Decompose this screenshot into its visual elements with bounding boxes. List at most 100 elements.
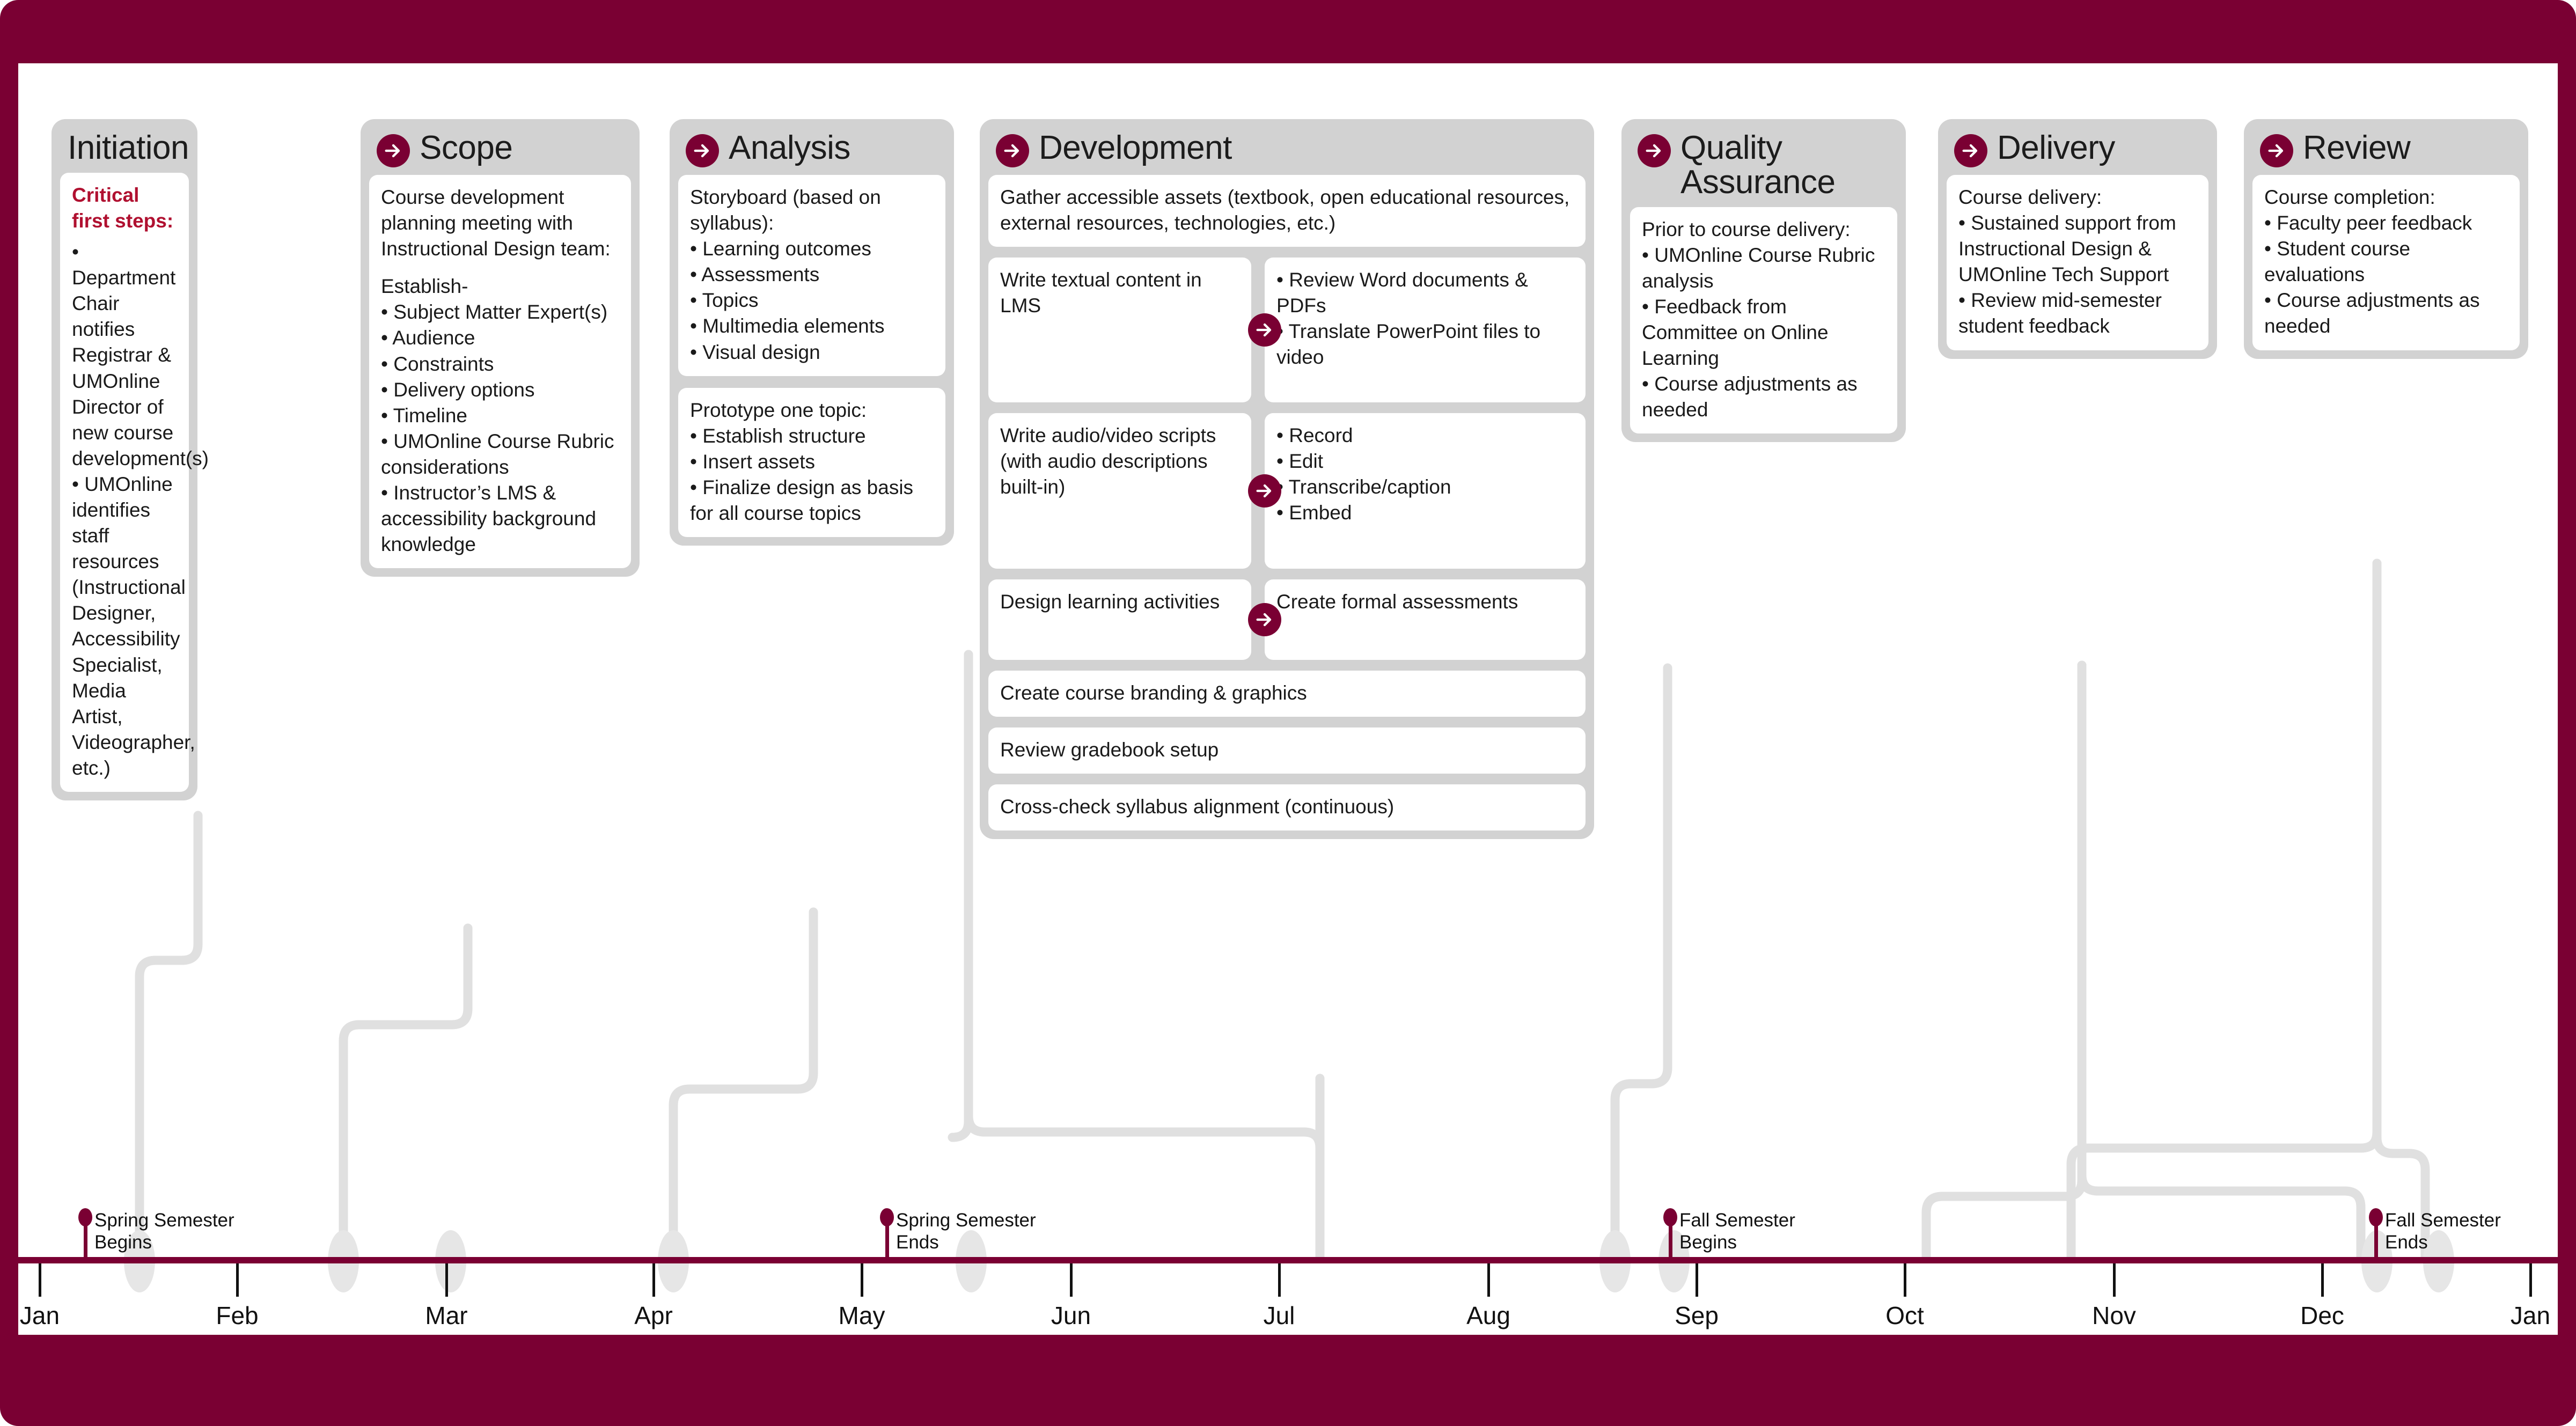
panel-text: • Finalize design as basis for all cours… — [690, 476, 914, 525]
panel-text: Design learning activities — [1000, 591, 1220, 613]
phase-card-initiation[interactable]: Initiation Critical first steps: • Depar… — [52, 119, 209, 801]
month-label: Jul — [1263, 1302, 1295, 1329]
panel-text: • Record • Edit • Transcribe/caption • E… — [1276, 424, 1451, 524]
arrow-right-icon — [2260, 134, 2293, 167]
panel-text: • Course adjustments as needed — [1642, 373, 1858, 421]
phase-title: Scope — [420, 129, 513, 166]
phase-card-development[interactable]: Development Gather accessible assets (te… — [980, 119, 1594, 840]
arrow-right-icon — [1638, 134, 1671, 167]
panel-text: • Visual design — [690, 341, 820, 363]
connector-delivery — [1921, 660, 2087, 1263]
panel-text: • Delivery options — [381, 378, 535, 401]
month-tick — [1487, 1263, 1490, 1297]
month-tick — [1070, 1263, 1073, 1297]
phase-card-delivery[interactable]: Delivery Course delivery: • Sustained su… — [1938, 119, 2217, 359]
arrow-right-icon — [1954, 134, 1987, 167]
arrow-right-icon — [1248, 313, 1281, 347]
month-tick — [2321, 1263, 2324, 1297]
marker-line1: Fall Semester — [2385, 1210, 2501, 1231]
panel-text: • Establish structure — [690, 424, 866, 447]
dev-task-left: Write audio/video scripts (with audio de… — [988, 413, 1251, 569]
panel-text: • Instructor’s LMS & accessibility backg… — [381, 482, 597, 556]
dev-task-right: • Review Word documents & PDFs • Transla… — [1265, 258, 1586, 403]
marker-line1: Spring Semester — [94, 1210, 234, 1231]
panel-text: • Audience — [381, 327, 475, 349]
month-tick — [861, 1263, 863, 1297]
panel-text: Storyboard (based on syllabus): — [690, 186, 881, 234]
phase-title: Review — [2303, 129, 2411, 166]
marker-line1: Spring Semester — [896, 1210, 1036, 1231]
dev-row-branding: Create course branding & graphics — [988, 671, 1586, 717]
panel-text: • Course adjustments as needed — [2264, 289, 2480, 337]
month-tick — [1696, 1263, 1698, 1297]
panel-text: Cross-check syllabus alignment (continuo… — [1000, 796, 1395, 818]
phase-title: Quality Assurance — [1680, 129, 1836, 201]
arrow-right-icon — [686, 134, 719, 167]
phase-header: Review — [2252, 128, 2520, 175]
panel-text: • Subject Matter Expert(s) — [381, 301, 608, 324]
panel-text: • Sustained support from Instructional D… — [1958, 212, 2176, 286]
phase-header: Delivery — [1947, 128, 2208, 175]
month-tick — [652, 1263, 655, 1297]
panel-text: Write audio/video scripts (with audio de… — [1000, 424, 1216, 498]
month-label: Oct — [1885, 1302, 1924, 1329]
phase-panel-prototype: Prototype one topic: • Establish structu… — [678, 387, 945, 538]
marker-line2: Ends — [2385, 1231, 2428, 1253]
month-label: Jan — [2510, 1302, 2551, 1329]
arrow-right-icon — [1248, 603, 1281, 637]
panel-text: • Feedback from Committee on Online Lear… — [1642, 296, 1829, 370]
panel-text: Course development planning meeting with… — [381, 186, 611, 260]
panel-text: Gather accessible assets (textbook, open… — [1000, 186, 1570, 234]
panel-text: • Review mid-semester student feedback — [1958, 289, 2162, 337]
phase-card-quality-assurance[interactable]: Quality Assurance Prior to course delive… — [1621, 119, 1906, 443]
phase-title: Analysis — [729, 129, 850, 166]
marker-line1: Fall Semester — [1679, 1210, 1795, 1231]
month-tick — [39, 1263, 41, 1297]
panel-text: • Assessments — [690, 263, 820, 286]
panel-text: • Learning outcomes — [690, 238, 871, 260]
dev-task-left: Design learning activities — [988, 579, 1251, 660]
dev-task-right: Create formal assessments — [1265, 579, 1586, 660]
month-label: Nov — [2092, 1302, 2136, 1329]
month-label: Apr — [634, 1302, 673, 1329]
phase-panel-storyboard: Storyboard (based on syllabus): • Learni… — [678, 175, 945, 376]
month-tick — [2529, 1263, 2532, 1297]
panel-text: • UMOnline identifies staff resources (I… — [72, 473, 195, 779]
month-tick — [1278, 1263, 1281, 1297]
panel-text: Course delivery: — [1958, 186, 2102, 208]
panel-text: • UMOnline Course Rubric analysis — [1642, 244, 1875, 292]
phase-header: Scope — [369, 128, 631, 175]
phase-header: Development — [988, 128, 1586, 175]
panel-text: Prototype one topic: — [690, 399, 867, 421]
dev-row-activities: Design learning activities Create formal… — [988, 579, 1586, 660]
panel-text: • Faculty peer feedback — [2264, 212, 2472, 234]
connector-initiation — [135, 811, 203, 1263]
month-label: Jan — [19, 1302, 60, 1329]
panel-text: • Student course evaluations — [2264, 238, 2411, 286]
panel-text: • Constraints — [381, 352, 494, 375]
panel-text: • Review Word documents & PDFs • Transla… — [1276, 269, 1541, 369]
phase-card-review[interactable]: Review Course completion: • Faculty peer… — [2244, 119, 2528, 359]
month-label: Jun — [1051, 1302, 1091, 1329]
diagram-stage: Initiation Critical first steps: • Depar… — [0, 0, 2576, 1426]
panel-text: Establish- — [381, 275, 468, 298]
phase-card-analysis[interactable]: Analysis Storyboard (based on syllabus):… — [670, 119, 954, 546]
panel-text: Prior to course delivery: — [1642, 218, 1851, 240]
connector-review — [2372, 558, 2430, 1263]
month-label: May — [838, 1302, 885, 1329]
phase-panel: Prior to course delivery: • UMOnline Cou… — [1630, 207, 1897, 434]
dev-row-scripts: Write audio/video scripts (with audio de… — [988, 413, 1586, 569]
dev-row-gradebook: Review gradebook setup — [988, 727, 1586, 774]
month-label: Feb — [216, 1302, 259, 1329]
month-label: Aug — [1466, 1302, 1510, 1329]
panel-text: • Multimedia elements — [690, 315, 885, 337]
phase-card-scope[interactable]: Scope Course development planning meetin… — [361, 119, 640, 577]
month-tick — [445, 1263, 448, 1297]
dev-task-left: Write textual content in LMS — [988, 258, 1251, 403]
marker-line2: Ends — [896, 1231, 939, 1253]
connector-review-left — [2066, 558, 2382, 1263]
dev-row-textual: Write textual content in LMS • Review Wo… — [988, 258, 1586, 403]
month-label: Sep — [1675, 1302, 1719, 1329]
panel-text: Create formal assessments — [1276, 591, 1518, 613]
panel-text: Write textual content in LMS — [1000, 269, 1202, 317]
